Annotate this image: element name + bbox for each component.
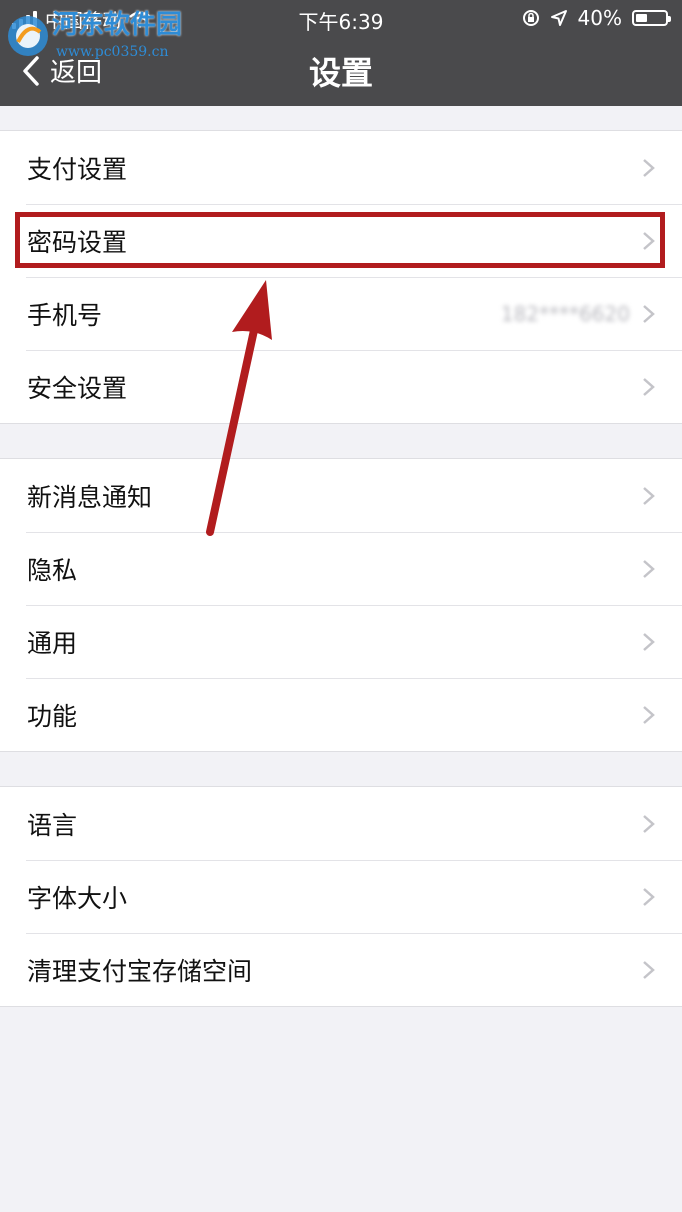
settings-page: 中国移动 下午6:39 40% 河东软件园 www.pc0359.cn 返回 设… [0, 0, 682, 1212]
setting-label: 手机号 [27, 300, 103, 330]
battery-icon [632, 10, 671, 26]
setting-label: 语言 [27, 810, 78, 840]
chevron-right-icon [643, 560, 655, 578]
battery-percentage: 40% [577, 6, 622, 30]
orientation-lock-icon [522, 10, 539, 26]
chevron-right-icon [643, 888, 655, 906]
setting-label: 安全设置 [27, 373, 128, 403]
setting-row-privacy[interactable]: 隐私 [0, 532, 682, 605]
chevron-right-icon [643, 961, 655, 979]
setting-label: 新消息通知 [27, 482, 153, 512]
setting-row-payment[interactable]: 支付设置 [0, 131, 682, 204]
watermark-text: 河东软件园 [52, 10, 183, 40]
battery-fill [636, 14, 648, 22]
chevron-right-icon [643, 232, 655, 250]
setting-row-security[interactable]: 安全设置 [0, 350, 682, 423]
setting-row-language[interactable]: 语言 [0, 787, 682, 860]
settings-group-general: 新消息通知 隐私 通用 功能 [0, 458, 682, 752]
chevron-right-icon [643, 487, 655, 505]
chevron-right-icon [643, 159, 655, 177]
navigation-header: 中国移动 下午6:39 40% 河东软件园 www.pc0359.cn 返回 设… [0, 0, 682, 106]
chevron-right-icon [643, 815, 655, 833]
setting-label: 支付设置 [27, 154, 128, 184]
chevron-right-icon [643, 378, 655, 396]
setting-row-phone[interactable]: 手机号 182****6620 [0, 277, 682, 350]
settings-group-other: 语言 字体大小 清理支付宝存储空间 [0, 786, 682, 1007]
status-right: 40% [522, 6, 671, 30]
location-arrow-icon [550, 10, 567, 26]
setting-row-general[interactable]: 通用 [0, 605, 682, 678]
setting-row-clear-storage[interactable]: 清理支付宝存储空间 [0, 933, 682, 1006]
setting-row-notifications[interactable]: 新消息通知 [0, 459, 682, 532]
page-title: 设置 [308, 54, 373, 92]
setting-row-password[interactable]: 密码设置 [0, 204, 682, 277]
chevron-right-icon [643, 706, 655, 724]
setting-label: 通用 [27, 628, 78, 658]
setting-label: 字体大小 [27, 883, 128, 913]
setting-label: 功能 [27, 701, 78, 731]
setting-label: 清理支付宝存储空间 [27, 956, 253, 986]
settings-group-account: 支付设置 密码设置 手机号 182****6620 安全设置 [0, 130, 682, 424]
setting-label: 密码设置 [27, 227, 128, 257]
setting-label: 隐私 [27, 555, 78, 585]
setting-row-features[interactable]: 功能 [0, 678, 682, 751]
phone-number-value: 182****6620 [500, 301, 630, 326]
setting-row-font-size[interactable]: 字体大小 [0, 860, 682, 933]
chevron-right-icon [643, 633, 655, 651]
chevron-right-icon [643, 305, 655, 323]
